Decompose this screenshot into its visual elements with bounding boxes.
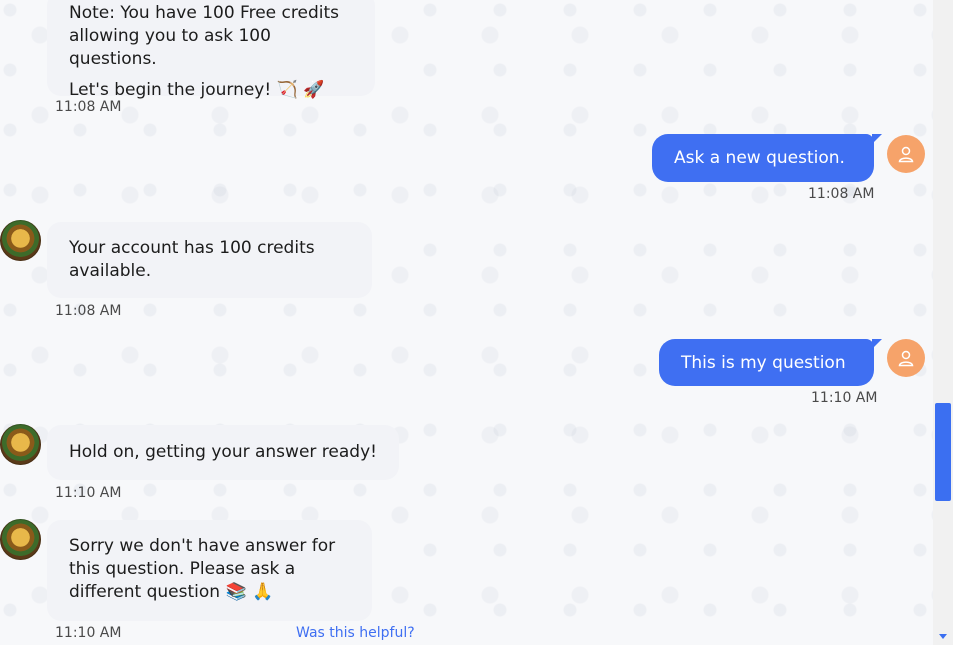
user-message: This is my question bbox=[659, 339, 882, 386]
chat-scrollbar[interactable] bbox=[933, 0, 953, 645]
bot-message-loading: Hold on, getting your answer ready! bbox=[47, 425, 399, 480]
user-message-text: Ask a new question. bbox=[674, 148, 845, 168]
bot-message-line: Note: You have 100 Free credits bbox=[69, 3, 339, 23]
user-avatar bbox=[887, 339, 925, 377]
bot-message-text: Sorry we don't have answer for this ques… bbox=[69, 536, 336, 602]
bot-message-credits-note: Note: You have 100 Free credits allowing… bbox=[47, 0, 375, 100]
bot-avatar-icon bbox=[0, 220, 41, 261]
message-timestamp: 11:10 AM bbox=[55, 625, 122, 641]
bot-message-credits: Your account has 100 credits available. bbox=[47, 222, 372, 298]
user-message-text: This is my question bbox=[681, 352, 846, 373]
was-this-helpful-link[interactable]: Was this helpful? bbox=[296, 625, 415, 641]
message-timestamp: 11:08 AM bbox=[808, 186, 875, 202]
bot-message-line: allowing you to ask 100 questions. bbox=[69, 26, 271, 69]
bot-message-text: Hold on, getting your answer ready! bbox=[69, 442, 377, 462]
bot-message-text: Your account has 100 credits available. bbox=[69, 238, 315, 281]
user-avatar bbox=[887, 135, 925, 173]
message-timestamp: 11:10 AM bbox=[55, 485, 122, 501]
scroll-down-arrow-icon[interactable] bbox=[939, 634, 947, 639]
user-icon bbox=[898, 350, 914, 367]
bot-avatar-icon bbox=[0, 519, 41, 560]
chat-messages[interactable]: Note: You have 100 Free credits allowing… bbox=[0, 0, 933, 645]
bot-avatar-icon bbox=[0, 424, 41, 465]
message-timestamp: 11:08 AM bbox=[55, 303, 122, 319]
user-icon bbox=[898, 146, 914, 163]
bot-message-no-answer: Sorry we don't have answer for this ques… bbox=[47, 520, 372, 621]
message-timestamp: 11:10 AM bbox=[811, 390, 878, 406]
scrollbar-thumb[interactable] bbox=[935, 403, 951, 501]
user-message: Ask a new question. bbox=[652, 134, 882, 182]
message-timestamp: 11:08 AM bbox=[55, 99, 122, 115]
